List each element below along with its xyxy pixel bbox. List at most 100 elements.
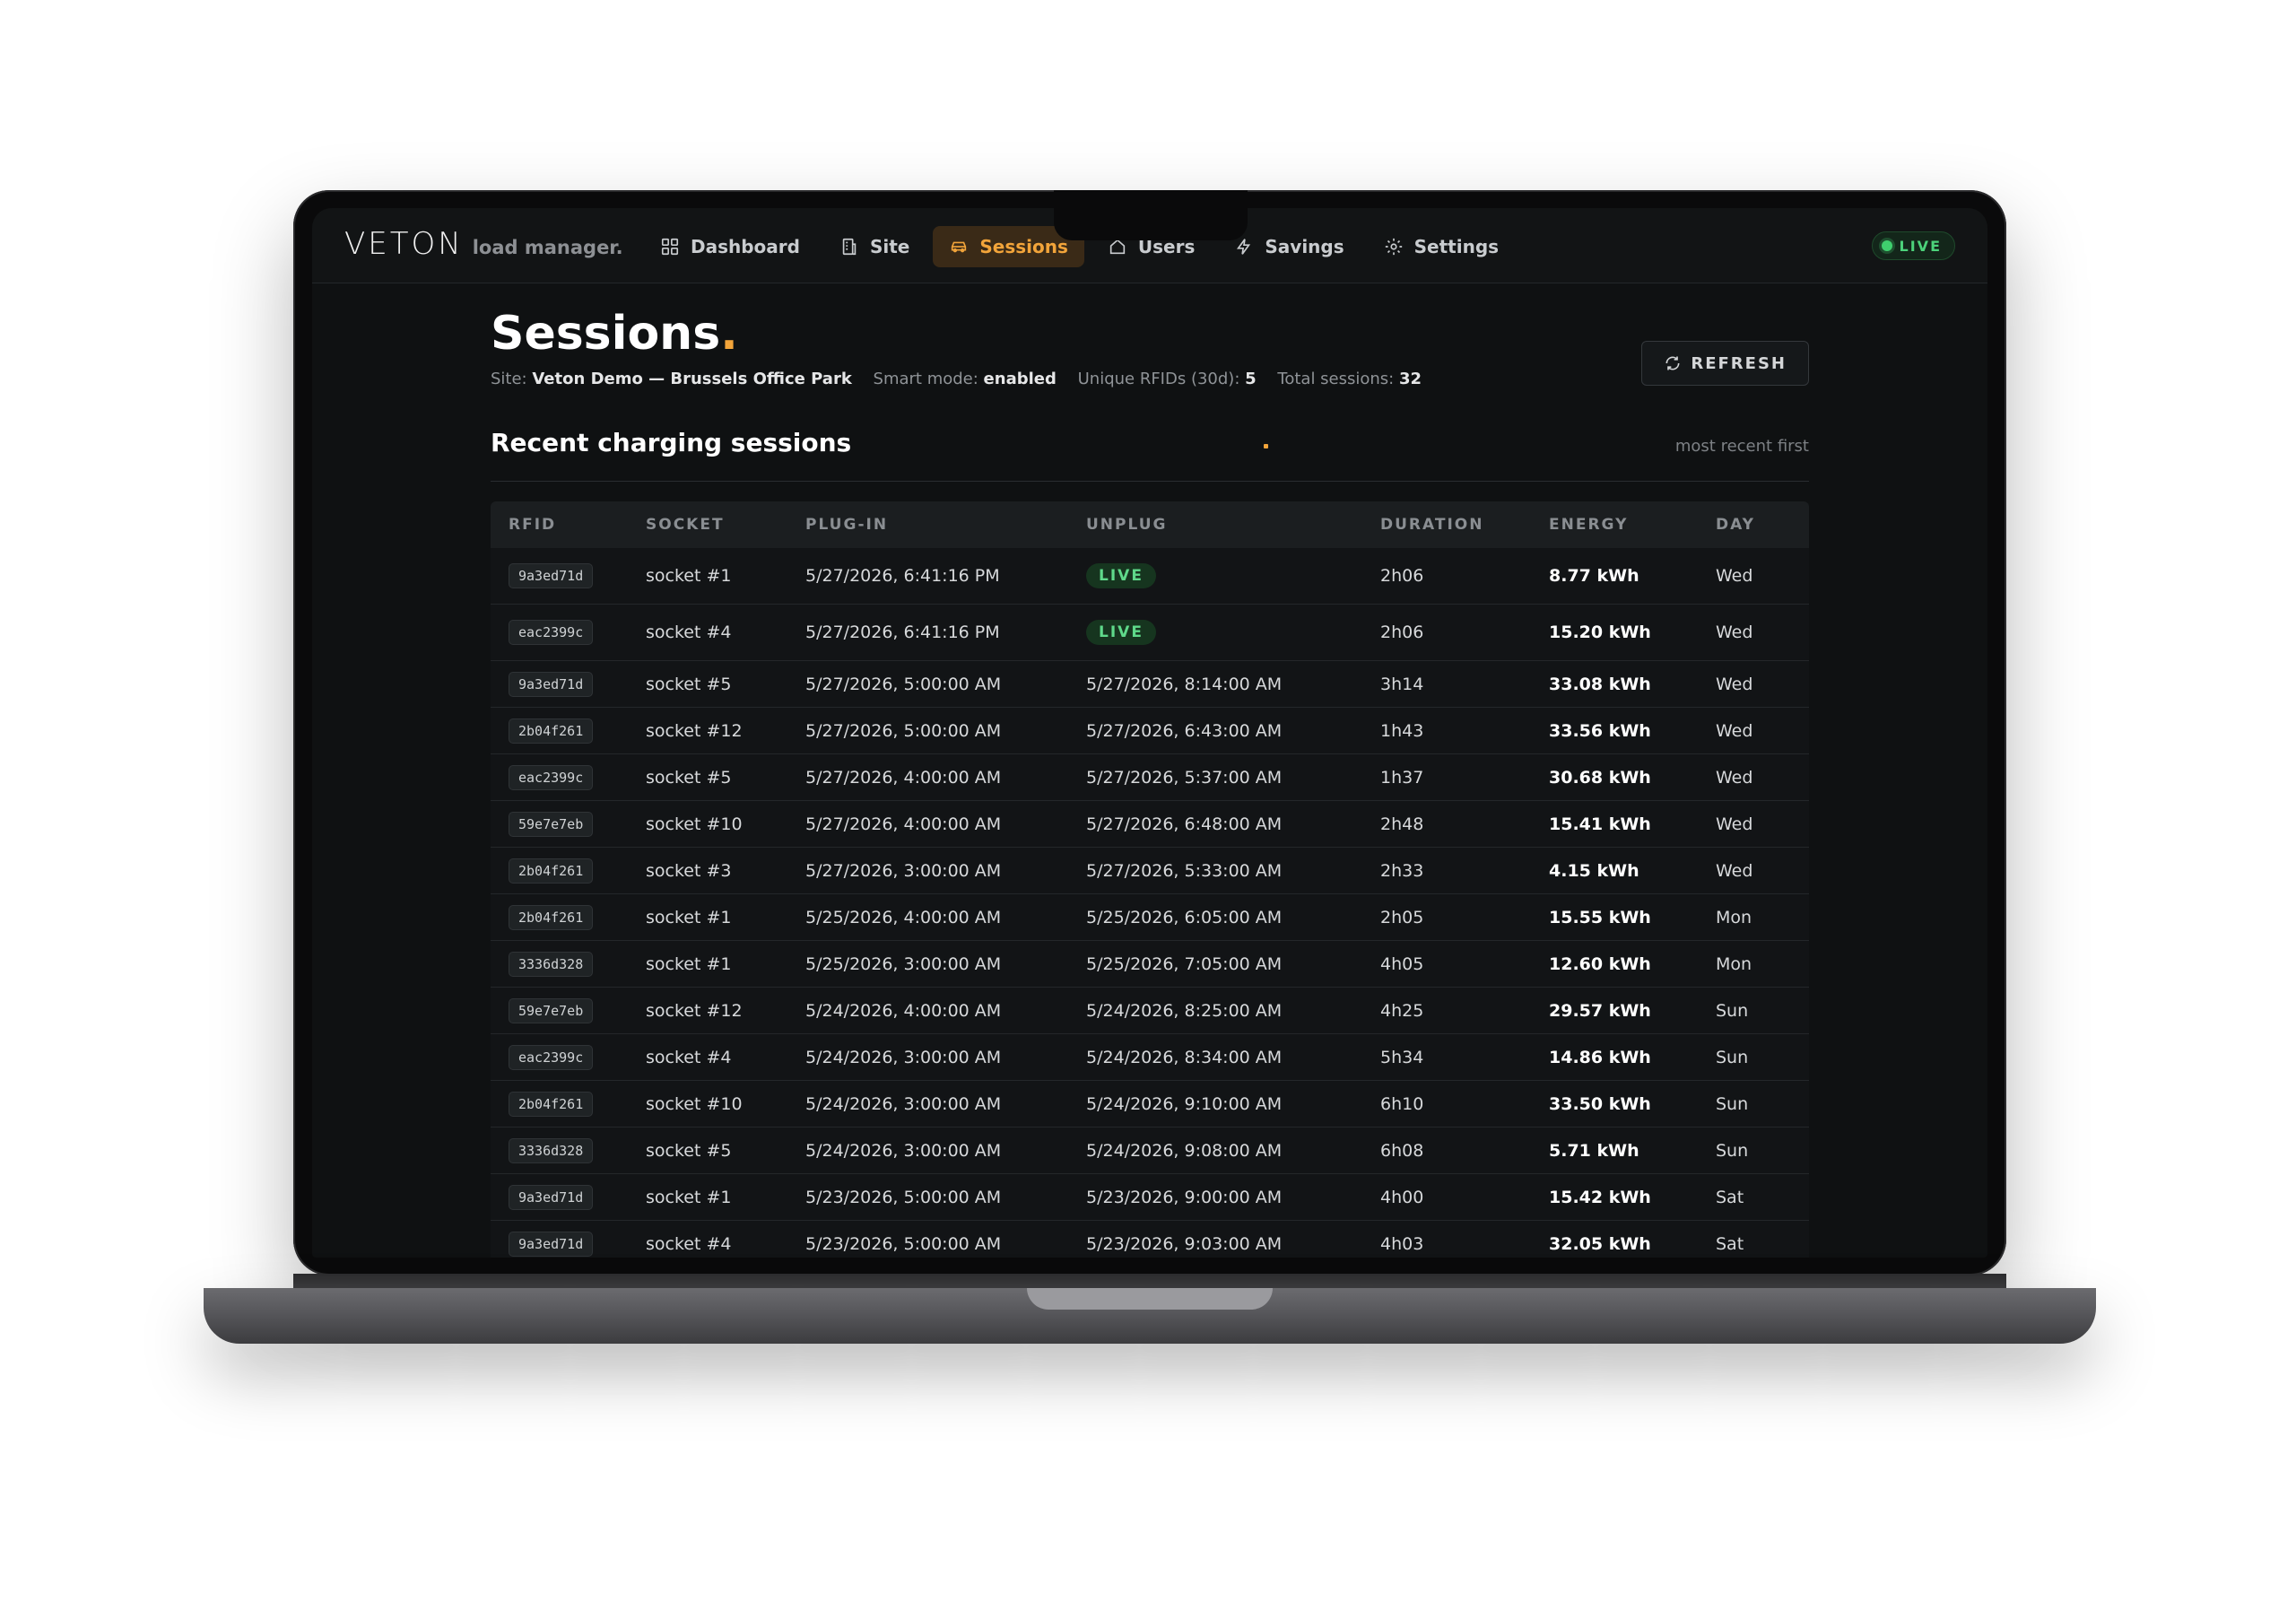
title-accent-dot: .	[720, 307, 738, 361]
cell-day: Wed	[1716, 623, 1753, 642]
cell-energy: 14.86 kWh	[1549, 1047, 1651, 1067]
cell-unplug: 5/25/2026, 7:05:00 AM	[1086, 953, 1283, 974]
header-duration[interactable]: DURATION	[1380, 516, 1549, 534]
brand-logo[interactable]: VETON load manager.	[344, 226, 623, 262]
header-socket[interactable]: SOCKET	[646, 516, 805, 534]
cell-rfid: 9a3ed71d	[491, 1184, 646, 1210]
cell-energy: 8.77 kWh	[1549, 566, 1639, 586]
cell-socket: socket #1	[646, 953, 732, 974]
cell-duration: 4h05	[1380, 953, 1424, 974]
cell-plug-in: 5/27/2026, 4:00:00 AM	[805, 814, 1002, 834]
cell-rfid: 2b04f261	[491, 904, 646, 930]
cell-plug-in: 5/27/2026, 6:41:16 PM	[805, 566, 1000, 586]
car-icon	[952, 241, 967, 253]
cell-socket: socket #5	[646, 674, 732, 694]
refresh-icon	[1665, 356, 1680, 370]
live-dot-icon	[1881, 240, 1892, 251]
cell-duration: 2h05	[1380, 907, 1424, 927]
cell-duration: 1h37	[1380, 767, 1424, 788]
table-row[interactable]: 2b04f261 socket #12 5/27/2026, 5:00:00 AM 5…	[491, 708, 1809, 754]
smart-mode-value: enabled	[983, 370, 1057, 388]
brand-subtitle: load manager.	[472, 237, 623, 258]
cell-socket: socket #4	[646, 623, 732, 642]
header-plug-in[interactable]: PLUG-IN	[805, 516, 1086, 534]
nav-item-label: Settings	[1413, 236, 1500, 257]
cell-day: Sun	[1716, 1093, 1749, 1114]
cell-plug-in: 5/24/2026, 3:00:00 AM	[805, 1093, 1002, 1114]
cell-unplug: 5/24/2026, 9:08:00 AM	[1086, 1140, 1283, 1161]
table-row[interactable]: 59e7e7eb socket #12 5/24/2026, 4:00:00 AM 5…	[491, 988, 1809, 1034]
cell-plug-in: 5/23/2026, 5:00:00 AM	[805, 1187, 1002, 1207]
cell-rfid: 59e7e7eb	[491, 811, 646, 837]
table-row[interactable]: 2b04f261 socket #10 5/24/2026, 3:00:00 AM 5…	[491, 1081, 1809, 1127]
total-sessions-value: 32	[1398, 370, 1422, 388]
live-badge: LIVE	[1086, 563, 1156, 588]
table-header: RFID SOCKET PLUG-IN UNPLUG DURATION ENER…	[491, 501, 1809, 548]
cell-rfid: 3336d328	[491, 1137, 646, 1163]
cell-energy: 30.68 kWh	[1549, 767, 1651, 788]
unique-rfids-value: 5	[1245, 370, 1257, 388]
cell-duration: 2h33	[1380, 860, 1424, 881]
rfid-tag: 2b04f261	[509, 904, 594, 930]
table-row[interactable]: 9a3ed71d socket #1 5/23/2026, 5:00:00 AM 5/…	[491, 1174, 1809, 1221]
table-row[interactable]: 2b04f261 socket #1 5/25/2026, 4:00:00 AM 5/…	[491, 894, 1809, 941]
unique-rfids-label: Unique RFIDs (30d):	[1077, 370, 1240, 388]
refresh-button[interactable]: REFRESH	[1641, 341, 1809, 386]
cell-socket: socket #4	[646, 1233, 732, 1254]
rfid-tag: 9a3ed71d	[509, 563, 594, 588]
nav-item-label: Sessions	[979, 236, 1068, 257]
cell-duration: 2h06	[1380, 566, 1424, 586]
table-row[interactable]: 3336d328 socket #5 5/24/2026, 3:00:00 AM 5/…	[491, 1127, 1809, 1174]
cell-socket: socket #5	[646, 767, 732, 788]
cell-energy: 33.08 kWh	[1549, 674, 1651, 694]
app-screen: VETON load manager. Dashboard Site Sessi…	[312, 208, 1987, 1258]
cell-day: Mon	[1716, 953, 1752, 974]
table-row[interactable]: 9a3ed71d socket #5 5/27/2026, 5:00:00 AM 5/…	[491, 661, 1809, 708]
header-rfid[interactable]: RFID	[491, 516, 646, 534]
cell-duration: 5h34	[1380, 1047, 1424, 1067]
header-unplug[interactable]: UNPLUG	[1086, 516, 1380, 534]
nav-item-settings[interactable]: Settings	[1368, 226, 1515, 267]
cell-energy: 15.20 kWh	[1549, 623, 1651, 642]
cell-day: Wed	[1716, 674, 1753, 694]
cell-plug-in: 5/27/2026, 4:00:00 AM	[805, 767, 1002, 788]
table-row[interactable]: 9a3ed71d socket #1 5/27/2026, 6:41:16 PM LI…	[491, 548, 1809, 605]
header-day[interactable]: DAY	[1716, 516, 1809, 534]
cell-plug-in: 5/27/2026, 3:00:00 AM	[805, 860, 1002, 881]
cell-plug-in: 5/25/2026, 4:00:00 AM	[805, 907, 1002, 927]
nav-item-dashboard[interactable]: Dashboard	[644, 226, 816, 267]
table-row[interactable]: 2b04f261 socket #3 5/27/2026, 3:00:00 AM 5/…	[491, 848, 1809, 894]
rfid-tag: 9a3ed71d	[509, 671, 594, 697]
table-row[interactable]: 3336d328 socket #1 5/25/2026, 3:00:00 AM 5/…	[491, 941, 1809, 988]
cell-unplug: 5/24/2026, 8:34:00 AM	[1086, 1047, 1283, 1067]
nav-item-site[interactable]: Site	[823, 226, 926, 267]
cell-rfid: 9a3ed71d	[491, 671, 646, 697]
gear-icon	[1385, 238, 1402, 256]
table-row[interactable]: eac2399c socket #4 5/24/2026, 3:00:00 AM 5/…	[491, 1034, 1809, 1081]
rfid-tag: 59e7e7eb	[509, 811, 594, 837]
cell-unplug: LIVE	[1086, 620, 1380, 645]
cell-duration: 6h08	[1380, 1140, 1424, 1161]
cell-energy: 33.56 kWh	[1549, 720, 1651, 741]
cell-duration: 2h48	[1380, 814, 1424, 834]
cell-energy: 4.15 kWh	[1549, 860, 1639, 881]
table-row[interactable]: 59e7e7eb socket #10 5/27/2026, 4:00:00 AM 5…	[491, 801, 1809, 848]
site-label: Site:	[491, 370, 527, 388]
cell-day: Sun	[1716, 1000, 1749, 1021]
table-row[interactable]: eac2399c socket #4 5/27/2026, 6:41:16 PM LI…	[491, 605, 1809, 661]
header-energy[interactable]: ENERGY	[1549, 516, 1716, 534]
building-icon	[842, 238, 857, 256]
site-value: Veton Demo — Brussels Office Park	[532, 370, 852, 388]
cell-plug-in: 5/27/2026, 5:00:00 AM	[805, 720, 1002, 741]
cell-rfid: 2b04f261	[491, 1091, 646, 1117]
table-row[interactable]: 9a3ed71d socket #4 5/23/2026, 5:00:00 AM 5/…	[491, 1221, 1809, 1258]
cell-day: Sat	[1716, 1187, 1744, 1207]
cell-socket: socket #1	[646, 907, 732, 927]
table-row[interactable]: eac2399c socket #5 5/27/2026, 4:00:00 AM 5/…	[491, 754, 1809, 801]
cell-unplug: 5/24/2026, 9:10:00 AM	[1086, 1093, 1283, 1114]
cell-rfid: 2b04f261	[491, 718, 646, 744]
rfid-tag: eac2399c	[509, 764, 594, 790]
cell-day: Wed	[1716, 767, 1753, 788]
refresh-label: REFRESH	[1691, 353, 1787, 373]
page-title-text: Sessions	[491, 307, 721, 361]
